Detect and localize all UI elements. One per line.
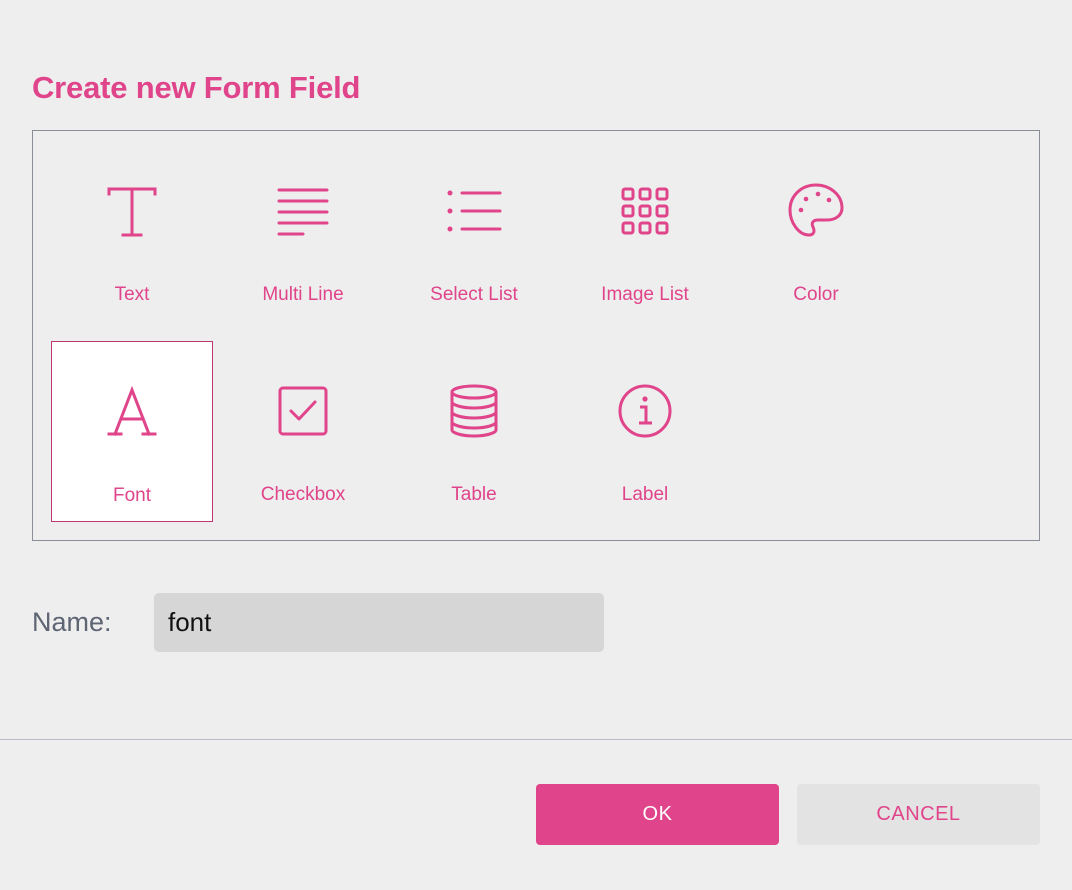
- field-type-label: Checkbox: [260, 484, 346, 505]
- dialog-title: Create new Form Field: [32, 70, 361, 105]
- field-type-label: Color: [793, 284, 839, 305]
- field-type-label: Table: [451, 484, 497, 505]
- database-icon: [394, 341, 554, 491]
- multi-line-icon: [223, 141, 383, 291]
- field-type-label: Text: [114, 284, 150, 305]
- field-type-label[interactable]: Label: [565, 341, 725, 521]
- field-type-label: Image List: [601, 284, 689, 305]
- ok-button[interactable]: OK: [536, 784, 779, 845]
- footer-divider: [0, 739, 1072, 740]
- list-icon: [394, 141, 554, 291]
- info-icon: [565, 341, 725, 491]
- field-type-image-list[interactable]: Image List: [565, 141, 725, 321]
- field-type-label: Multi Line: [262, 284, 344, 305]
- name-label: Name:: [32, 607, 112, 637]
- field-type-label: Select List: [430, 284, 518, 305]
- field-type-text[interactable]: Text: [52, 141, 212, 321]
- field-type-font[interactable]: Font: [51, 341, 213, 522]
- field-type-label: Font: [112, 485, 152, 506]
- cancel-button[interactable]: CANCEL: [797, 784, 1040, 845]
- field-type-grid: Text Multi Line Select List Image List C…: [32, 130, 1040, 541]
- field-type-checkbox[interactable]: Checkbox: [223, 341, 383, 521]
- field-type-label: Label: [621, 484, 669, 505]
- field-type-color[interactable]: Color: [736, 141, 896, 321]
- grid-icon: [565, 141, 725, 291]
- text-icon: [52, 141, 212, 291]
- palette-icon: [736, 141, 896, 291]
- field-type-select-list[interactable]: Select List: [394, 141, 554, 321]
- font-icon: [52, 342, 212, 492]
- checkbox-icon: [223, 341, 383, 491]
- name-input[interactable]: [154, 593, 604, 652]
- field-type-table[interactable]: Table: [394, 341, 554, 521]
- field-type-multi-line[interactable]: Multi Line: [223, 141, 383, 321]
